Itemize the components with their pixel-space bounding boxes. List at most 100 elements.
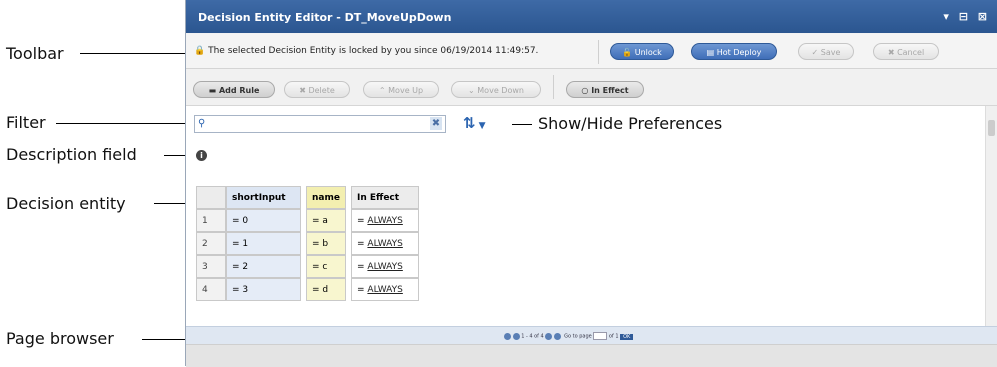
filter-input[interactable]: ⚲ ✖ xyxy=(194,115,446,133)
description-info-icon[interactable]: i xyxy=(196,150,207,161)
decision-entity-editor: Decision Entity Editor - DT_MoveUpDown ▾… xyxy=(185,0,997,367)
table-row[interactable]: 3 = 2 = c = ALWAYS xyxy=(196,255,419,278)
row-number: 4 xyxy=(196,278,226,301)
scrollbar-thumb[interactable] xyxy=(988,120,995,136)
cell-name[interactable]: = d xyxy=(306,278,346,301)
deploy-icon: ▤ xyxy=(706,48,715,57)
unlock-label: Unlock xyxy=(634,48,662,57)
editor-title-bar: Decision Entity Editor - DT_MoveUpDown ▾… xyxy=(186,0,997,33)
leader-show-hide-preferences xyxy=(512,124,532,125)
delete-icon: ✖ xyxy=(299,86,306,95)
leader-toolbar xyxy=(80,53,185,54)
save-label: Save xyxy=(820,48,841,57)
row-number: 2 xyxy=(196,232,226,255)
next-page-icon[interactable] xyxy=(545,332,553,340)
page-range: 1 - 4 of 4 xyxy=(521,333,544,340)
page-number-input[interactable] xyxy=(593,332,608,340)
callout-show-hide-preferences: Show/Hide Preferences xyxy=(538,114,723,133)
cell-name[interactable]: = a xyxy=(306,209,346,232)
in-effect-operator: = xyxy=(357,238,365,249)
column-header-name[interactable]: name xyxy=(306,186,346,209)
table-header-row: shortInput name In Effect xyxy=(196,186,419,209)
chevron-down-icon: ▼ xyxy=(478,121,486,131)
cell-shortinput[interactable]: = 2 xyxy=(226,255,301,278)
show-hide-preferences-button[interactable]: ⇅ ▼ xyxy=(463,114,486,132)
clear-filter-icon[interactable]: ✖ xyxy=(430,117,442,130)
row-number: 3 xyxy=(196,255,226,278)
in-effect-icon: ○ xyxy=(581,86,589,95)
table-row[interactable]: 2 = 1 = b = ALWAYS xyxy=(196,232,419,255)
row-number-header xyxy=(196,186,226,209)
toolbar: 🔒 The selected Decision Entity is locked… xyxy=(186,34,997,69)
cell-name[interactable]: = b xyxy=(306,232,346,255)
move-up-label: Move Up xyxy=(388,86,424,95)
delete-button[interactable]: ✖ Delete xyxy=(284,81,350,98)
page-browser-controls: 1 - 4 of 4 Go to page of 1 OK xyxy=(504,332,634,340)
in-effect-operator: = xyxy=(357,215,365,226)
add-rule-button[interactable]: ▬ Add Rule xyxy=(193,81,275,98)
decision-entity-table: shortInput name In Effect 1 = 0 = a = AL… xyxy=(196,186,419,301)
in-effect-button[interactable]: ○ In Effect xyxy=(566,81,644,98)
window-controls[interactable]: ▾ ⊟ ⊠ xyxy=(943,10,990,23)
move-up-icon: ⌃ xyxy=(378,86,386,95)
callout-toolbar: Toolbar xyxy=(6,44,64,63)
go-button[interactable]: OK xyxy=(620,333,634,340)
in-effect-operator: = xyxy=(357,284,365,295)
in-effect-label: In Effect xyxy=(591,86,629,95)
cancel-button[interactable]: ✖ Cancel xyxy=(873,43,939,60)
lock-icon: 🔒 xyxy=(194,46,206,56)
cell-shortinput[interactable]: = 1 xyxy=(226,232,301,255)
table-row[interactable]: 4 = 3 = d = ALWAYS xyxy=(196,278,419,301)
vertical-scrollbar[interactable] xyxy=(985,106,997,326)
move-up-button[interactable]: ⌃ Move Up xyxy=(363,81,439,98)
move-down-button[interactable]: ⌄ Move Down xyxy=(451,81,541,98)
add-rule-icon: ▬ xyxy=(208,86,217,95)
table-row[interactable]: 1 = 0 = a = ALWAYS xyxy=(196,209,419,232)
rule-toolbar-separator xyxy=(553,75,554,99)
callout-page-browser: Page browser xyxy=(6,329,114,348)
cell-in-effect[interactable]: = ALWAYS xyxy=(351,232,419,255)
add-rule-label: Add Rule xyxy=(218,86,260,95)
in-effect-link[interactable]: ALWAYS xyxy=(367,262,402,272)
cancel-label: Cancel xyxy=(897,48,925,57)
callout-decision-entity: Decision entity xyxy=(6,194,126,213)
move-down-icon: ⌄ xyxy=(468,86,475,95)
rule-toolbar: ▬ Add Rule ✖ Delete ⌃ Move Up ⌄ Move Dow… xyxy=(186,69,997,106)
status-bar xyxy=(186,344,997,367)
unlock-button[interactable]: 🔓 Unlock xyxy=(610,43,674,60)
unlock-icon: 🔓 xyxy=(622,48,633,57)
hot-deploy-button[interactable]: ▤ Hot Deploy xyxy=(691,43,777,60)
callout-description-field: Description field xyxy=(6,145,137,164)
first-page-icon[interactable] xyxy=(504,332,511,340)
check-icon: ✓ xyxy=(811,48,819,57)
search-icon: ⚲ xyxy=(198,118,206,129)
close-icon: ✖ xyxy=(887,48,895,57)
page-browser: 1 - 4 of 4 Go to page of 1 OK xyxy=(186,326,997,344)
editor-title: Decision Entity Editor - DT_MoveUpDown xyxy=(198,11,452,24)
previous-page-icon[interactable] xyxy=(512,332,520,340)
page-count-label: of 1 xyxy=(608,333,619,340)
toolbar-separator xyxy=(598,40,599,64)
delete-label: Delete xyxy=(308,86,335,95)
in-effect-operator: = xyxy=(357,261,365,272)
goto-page-label: Go to page xyxy=(564,333,592,340)
column-header-in-effect[interactable]: In Effect xyxy=(351,186,419,209)
cell-in-effect[interactable]: = ALWAYS xyxy=(351,278,419,301)
in-effect-link[interactable]: ALWAYS xyxy=(367,216,402,226)
column-header-shortinput[interactable]: shortInput xyxy=(226,186,301,209)
move-down-label: Move Down xyxy=(477,86,524,95)
cell-in-effect[interactable]: = ALWAYS xyxy=(351,255,419,278)
cell-shortinput[interactable]: = 3 xyxy=(226,278,301,301)
cell-name[interactable]: = c xyxy=(306,255,346,278)
row-number: 1 xyxy=(196,209,226,232)
preferences-icon: ⇅ xyxy=(463,114,476,132)
hot-deploy-label: Hot Deploy xyxy=(716,48,762,57)
cell-in-effect[interactable]: = ALWAYS xyxy=(351,209,419,232)
lock-message-text: The selected Decision Entity is locked b… xyxy=(208,46,539,56)
cell-shortinput[interactable]: = 0 xyxy=(226,209,301,232)
in-effect-link[interactable]: ALWAYS xyxy=(367,239,402,249)
lock-message: 🔒 The selected Decision Entity is locked… xyxy=(194,46,538,56)
last-page-icon[interactable] xyxy=(553,332,561,340)
save-button[interactable]: ✓ Save xyxy=(798,43,854,60)
in-effect-link[interactable]: ALWAYS xyxy=(367,285,402,295)
